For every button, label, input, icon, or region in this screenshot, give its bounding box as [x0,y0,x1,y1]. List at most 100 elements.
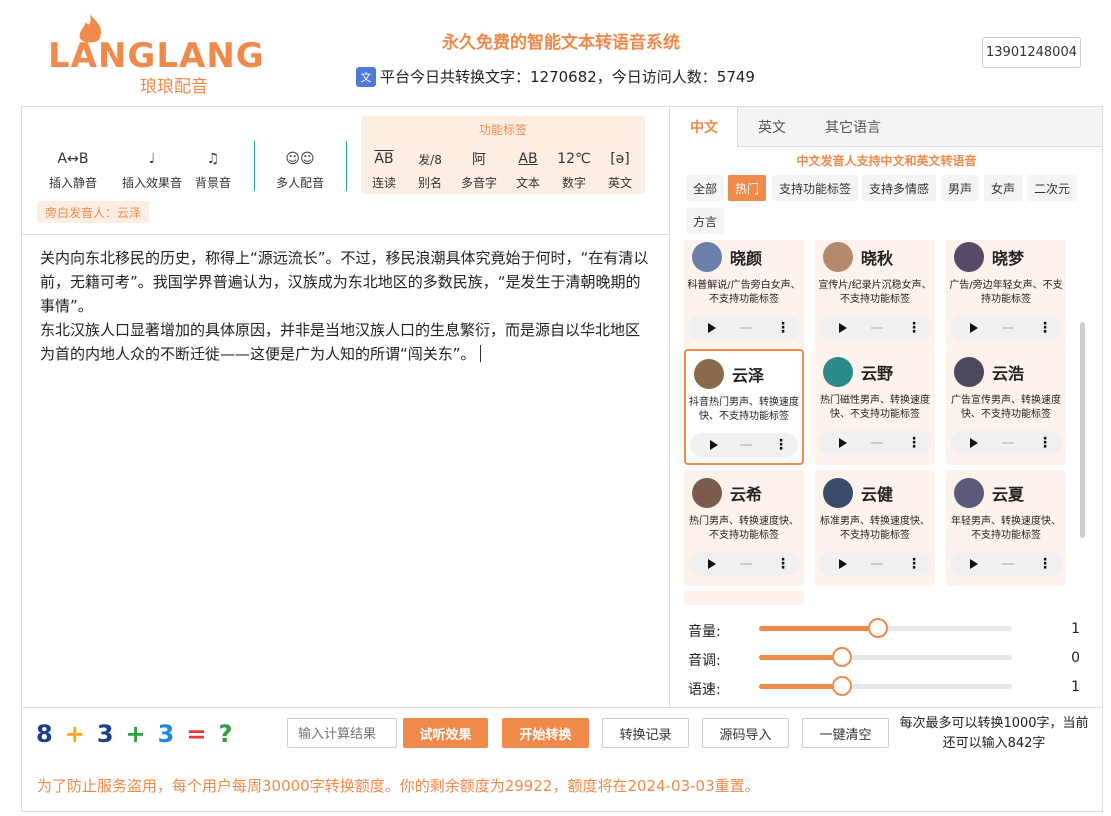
voice-card-yunye[interactable]: 云野 热门磁性男声、转换速度快、不支持功能标签 ⋮ [815,349,935,465]
category-female[interactable]: 女声 [984,175,1023,201]
multi-voice-button[interactable]: ☺☺ 多人配音 [268,148,332,191]
play-icon[interactable] [710,440,718,450]
play-icon[interactable] [970,438,978,448]
logo[interactable]: LANGLANG 琅琅配音 [44,12,264,97]
phonetic-icon: [ə] [610,151,630,167]
preview-button[interactable]: 试听效果 [403,718,488,748]
voice-card-yunxi[interactable]: 云希 热门男声、转换速度快、不支持功能标签 ⋮ [684,470,804,586]
voice-desc: 年轻男声、转换速度快、不支持功能标签 [951,516,1061,541]
progress-bar[interactable] [740,327,752,329]
voice-desc: 广告宣传男声、转换速度快、不支持功能标签 [951,395,1061,420]
silence-icon: A↔B [57,151,89,167]
user-account-button[interactable]: 13901248004 [982,37,1081,68]
voice-desc: 热门磁性男声、转换速度快、不支持功能标签 [820,395,930,420]
captcha-char: 3 [157,720,175,748]
play-icon[interactable] [839,438,847,448]
volume-label: 音量: [688,624,721,640]
progress-bar[interactable] [1002,327,1014,329]
background-music-button[interactable]: ♫ 背景音 [181,148,245,191]
avatar [954,478,984,508]
captcha-answer-input[interactable] [287,718,397,748]
more-icon[interactable]: ⋮ [907,557,921,571]
voice-card-yunhao[interactable]: 云浩 广告宣传男声、转换速度快、不支持功能标签 ⋮ [946,349,1066,465]
voice-desc: 科普解说/广告旁白女声、不支持功能标签 [687,280,801,305]
start-convert-button[interactable]: 开始转换 [502,718,589,748]
tool-label: 插入静音 [48,176,97,190]
category-function-tags[interactable]: 支持功能标签 [772,175,859,201]
volume-slider[interactable] [759,618,1012,638]
tool-label: 连读 [371,176,396,190]
toolbar-divider [346,141,347,191]
category-dialect[interactable]: 方言 [686,208,725,234]
text-editor[interactable]: 关内向东北移民的历史，称得上“源远流长”。不过，移民浪潮具体究竟始于何时，“在有… [40,246,650,366]
import-source-button[interactable]: 源码导入 [702,718,789,748]
voice-list[interactable]: 晓颜 科普解说/广告旁白女声、不支持功能标签 ⋮ 晓秋 宣传片/纪录片沉稳女声、… [684,240,1068,605]
quota-notice: 为了防止服务盗用，每个用户每周30000字转换额度。你的剩余额度为29922，额… [37,777,760,795]
voice-card-yunze[interactable]: 云泽 抖音热门男声、转换速度快、不支持功能标签 ⋮ [684,349,804,465]
voice-card-yunjian[interactable]: 云健 标准男声、转换速度快、不支持功能标签 ⋮ [815,470,935,586]
users-icon: ☺☺ [285,151,315,167]
play-icon[interactable] [970,323,978,333]
clear-all-button[interactable]: 一键清空 [802,718,889,748]
tab-other-languages[interactable]: 其它语言 [811,107,895,147]
background-music-icon: ♫ [206,151,220,167]
progress-bar[interactable] [871,563,883,565]
progress-bar[interactable] [740,563,752,565]
voice-card-partial[interactable] [684,591,804,605]
category-male[interactable]: 男声 [941,175,980,201]
tab-english[interactable]: 英文 [738,107,806,147]
more-icon[interactable]: ⋮ [1038,436,1052,450]
voice-card-yunxia[interactable]: 云夏 年轻男声、转换速度快、不支持功能标签 ⋮ [946,470,1066,586]
voice-card-xiaoqiu[interactable]: 晓秋 宣传片/纪录片沉稳女声、不支持功能标签 ⋮ [815,240,935,350]
translate-icon: 文 [356,66,376,87]
history-button[interactable]: 转换记录 [602,718,689,748]
category-anime[interactable]: 二次元 [1027,175,1078,201]
play-icon[interactable] [970,559,978,569]
more-icon[interactable]: ⋮ [907,321,921,335]
category-hot[interactable]: 热门 [728,175,767,201]
tool-label: 插入效果音 [121,176,182,190]
avatar [823,357,853,387]
voice-player: ⋮ [690,433,798,457]
pitch-slider[interactable] [759,647,1012,667]
platform-stats: 文 平台今日共转换文字：1270682，今日访问人数：5749 [356,66,755,87]
voice-card-xiaoyan[interactable]: 晓颜 科普解说/广告旁白女声、不支持功能标签 ⋮ [684,240,804,350]
play-icon[interactable] [839,559,847,569]
insert-silence-button[interactable]: A↔B 插入静音 [41,148,105,191]
voice-name: 云夏 [992,485,1025,504]
voice-player: ⋮ [819,431,931,455]
progress-bar[interactable] [871,327,883,329]
more-icon[interactable]: ⋮ [907,436,921,450]
category-multi-emotion[interactable]: 支持多情感 [862,175,937,201]
progress-bar[interactable] [1002,442,1014,444]
english-button[interactable]: [ə] 英文 [588,148,652,191]
play-icon[interactable] [839,323,847,333]
tool-label: 英文 [607,176,632,190]
voice-card-xiaomeng[interactable]: 晓梦 广告/旁边年轻女声、不支持功能标签 ⋮ [946,240,1066,350]
progress-bar[interactable] [1002,563,1014,565]
captcha-char: 8 [36,720,53,748]
play-icon[interactable] [708,323,716,333]
more-icon[interactable]: ⋮ [774,438,788,452]
voice-desc: 抖音热门男声、转换速度快、不支持功能标签 [689,397,799,422]
play-icon[interactable] [708,559,716,569]
more-icon[interactable]: ⋮ [776,321,790,335]
voice-player: ⋮ [819,316,931,340]
narrator-tag[interactable]: 旁白发音人：云泽 [37,201,150,223]
volume-knob[interactable] [867,618,888,638]
progress-bar[interactable] [740,444,752,446]
insert-effect-sound-button[interactable]: ♩ 插入效果音 [117,148,187,191]
progress-bar[interactable] [871,442,883,444]
more-icon[interactable]: ⋮ [776,557,790,571]
more-icon[interactable]: ⋮ [1038,321,1052,335]
speed-fill [759,684,843,689]
voice-name: 晓秋 [861,249,894,268]
speed-slider[interactable] [759,676,1012,696]
voice-desc: 宣传片/纪录片沉稳女声、不支持功能标签 [818,280,932,305]
voice-desc: 标准男声、转换速度快、不支持功能标签 [820,516,930,541]
voice-list-scrollbar[interactable] [1080,322,1085,538]
category-all[interactable]: 全部 [686,175,725,201]
more-icon[interactable]: ⋮ [1038,557,1052,571]
tab-chinese[interactable]: 中文 [671,107,738,147]
tool-label: 数字 [561,176,586,190]
